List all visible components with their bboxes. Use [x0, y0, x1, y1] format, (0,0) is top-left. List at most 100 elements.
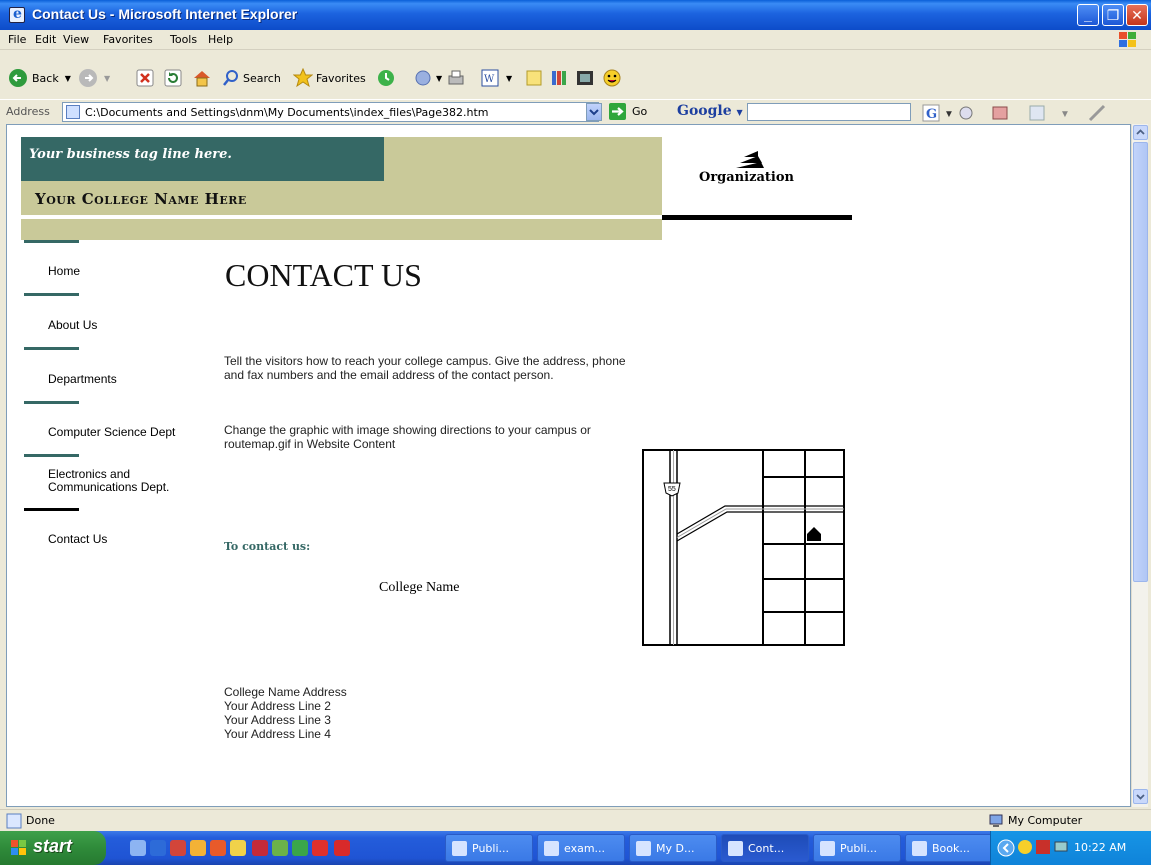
tray-expand-icon[interactable] — [997, 839, 1015, 857]
quicklaunch-word-icon[interactable] — [334, 840, 350, 856]
route-number: 55 — [668, 486, 676, 493]
task-button[interactable]: My D... — [629, 834, 717, 862]
favorites-button[interactable]: Favorites — [293, 65, 366, 91]
quicklaunch-browser-icon[interactable] — [150, 840, 166, 856]
forward-arrow-icon — [79, 69, 97, 87]
messenger-button[interactable] — [602, 65, 622, 91]
forward-button[interactable]: ▼ — [78, 65, 110, 91]
menu-file[interactable]: File — [8, 33, 26, 46]
quicklaunch-app-icon[interactable] — [170, 840, 186, 856]
page-heading: CONTACT US — [225, 257, 422, 293]
quicklaunch-app-icon[interactable] — [292, 840, 308, 856]
back-button[interactable]: Back ▼ — [8, 65, 71, 91]
home-button[interactable] — [192, 65, 212, 91]
note-icon — [526, 70, 542, 86]
nav-separator — [24, 401, 79, 404]
autofill-icon[interactable] — [1028, 104, 1046, 122]
address-url: C:\Documents and Settings\dnm\My Documen… — [85, 106, 489, 119]
go-button[interactable] — [609, 103, 626, 120]
vertical-scrollbar[interactable] — [1131, 124, 1148, 807]
svg-text:▼: ▼ — [1060, 109, 1070, 120]
stop-icon — [136, 69, 154, 87]
svg-text:W: W — [484, 74, 495, 85]
stop-button[interactable] — [136, 65, 154, 91]
menu-favorites[interactable]: Favorites — [103, 33, 153, 46]
nav-about-us[interactable]: About Us — [48, 319, 97, 332]
back-dropdown-icon[interactable]: ▼ — [65, 74, 71, 83]
quicklaunch-app-icon[interactable] — [252, 840, 268, 856]
quicklaunch-app-icon[interactable] — [210, 840, 226, 856]
word-edit-button[interactable]: W ▼ — [480, 65, 512, 91]
nav-computer-science[interactable]: Computer Science Dept — [48, 426, 175, 439]
menu-view[interactable]: View — [63, 33, 89, 46]
mail-dropdown-icon[interactable]: ▼ — [436, 74, 442, 83]
task-folder-icon — [636, 841, 651, 856]
nav-home[interactable]: Home — [48, 265, 80, 278]
menu-help[interactable]: Help — [208, 33, 233, 46]
address-input[interactable]: C:\Documents and Settings\dnm\My Documen… — [62, 102, 599, 122]
quicklaunch-app-icon[interactable] — [312, 840, 328, 856]
my-computer-icon — [989, 814, 1003, 827]
edit-dropdown-icon[interactable]: ▼ — [506, 74, 512, 83]
maximize-button[interactable]: ❐ — [1102, 4, 1124, 26]
close-button[interactable]: ✕ — [1126, 4, 1148, 26]
mail-button[interactable]: ▼ — [414, 65, 442, 91]
nav-electronics[interactable]: Electronics and Communications Dept. — [48, 468, 208, 494]
discuss-button[interactable] — [525, 65, 543, 91]
options-pencil-icon[interactable]: ▼ — [1060, 104, 1110, 122]
quicklaunch-app-icon[interactable] — [230, 840, 246, 856]
quicklaunch-ie-icon[interactable] — [130, 840, 146, 856]
scroll-up-button[interactable] — [1133, 125, 1148, 140]
svg-text:G: G — [926, 107, 937, 122]
go-arrow-icon — [612, 107, 624, 116]
contact-college-name: College Name — [379, 580, 460, 595]
history-button[interactable] — [376, 65, 396, 91]
task-button[interactable]: exam... — [537, 834, 625, 862]
nav-contact-us[interactable]: Contact Us — [48, 533, 107, 546]
search-button[interactable]: Search — [222, 65, 281, 91]
start-button[interactable]: start — [0, 831, 106, 865]
task-ie-icon — [728, 841, 743, 856]
scroll-down-button[interactable] — [1133, 789, 1148, 804]
tray-network-icon[interactable] — [1053, 839, 1069, 855]
minimize-button[interactable]: _ — [1077, 4, 1099, 26]
menu-edit[interactable]: Edit — [35, 33, 56, 46]
title-bar[interactable]: Contact Us - Microsoft Internet Explorer… — [0, 0, 1151, 30]
start-label: start — [33, 836, 73, 856]
task-button-active[interactable]: Cont... — [721, 834, 809, 862]
media-button[interactable] — [575, 65, 595, 91]
task-app-icon — [544, 841, 559, 856]
task-book-icon — [912, 841, 927, 856]
address-dropdown-button[interactable] — [586, 103, 602, 121]
quicklaunch-app-icon[interactable] — [272, 840, 288, 856]
task-button[interactable]: Publi... — [813, 834, 901, 862]
favorites-star-icon — [293, 68, 313, 88]
pagerank-icon[interactable]: ▼ — [944, 104, 984, 122]
google-search-button-icon[interactable]: G — [922, 104, 940, 122]
menu-tools[interactable]: Tools — [170, 33, 197, 46]
quicklaunch-app-icon[interactable] — [190, 840, 206, 856]
print-button[interactable] — [446, 65, 466, 91]
scroll-thumb[interactable] — [1133, 142, 1148, 582]
nav-departments[interactable]: Departments — [48, 373, 117, 386]
minimize-icon: _ — [1084, 7, 1092, 23]
forward-dropdown-icon[interactable]: ▼ — [104, 74, 110, 83]
go-label[interactable]: Go — [632, 105, 647, 118]
google-search-input[interactable] — [747, 103, 911, 121]
google-toolbar-logo[interactable]: Google ▼ — [677, 103, 743, 119]
home-icon — [194, 71, 210, 87]
address-line: College Name Address — [224, 685, 347, 699]
tray-messenger-icon[interactable] — [1017, 839, 1033, 855]
popup-blocker-icon[interactable] — [990, 103, 1012, 123]
refresh-button[interactable] — [164, 65, 182, 91]
history-icon — [378, 70, 394, 86]
window-title: Contact Us - Microsoft Internet Explorer — [32, 6, 298, 22]
print-icon — [448, 70, 464, 85]
task-app-icon — [452, 841, 467, 856]
task-button[interactable]: Publi... — [445, 834, 533, 862]
page-icon — [66, 105, 80, 119]
task-button[interactable]: Book... — [905, 834, 993, 862]
tray-antivirus-icon[interactable] — [1035, 839, 1051, 855]
task-label: Publi... — [840, 842, 877, 855]
research-button[interactable] — [549, 65, 569, 91]
